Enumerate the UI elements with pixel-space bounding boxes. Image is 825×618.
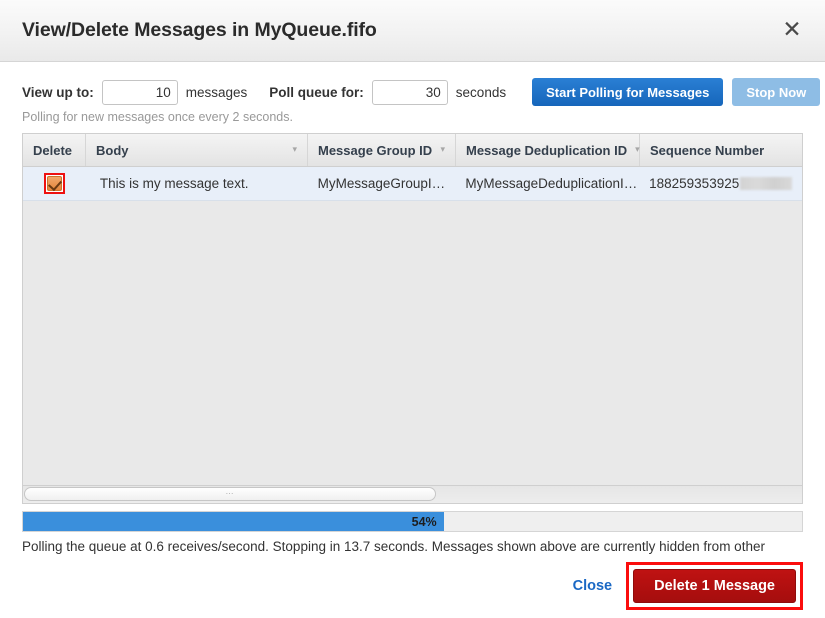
start-polling-button[interactable]: Start Polling for Messages: [532, 78, 724, 106]
delete-checkbox-cell: [23, 167, 86, 200]
stop-now-button[interactable]: Stop Now: [732, 78, 821, 106]
column-header-body[interactable]: Body ▾: [86, 134, 308, 166]
table-row[interactable]: This is my message text. MyMessageGroupI…: [23, 167, 802, 201]
cell-sequence-number: 188259353925: [639, 167, 802, 200]
view-delete-messages-dialog: View/Delete Messages in MyQueue.fifo ✕ V…: [0, 0, 825, 618]
column-header-delete-label: Delete: [33, 142, 73, 158]
redacted-sequence-suffix: [740, 177, 792, 190]
scrollbar-grip-icon: ⋯: [225, 489, 235, 498]
close-icon[interactable]: ✕: [777, 16, 807, 46]
cell-body: This is my message text.: [99, 176, 249, 191]
column-header-delete: Delete: [23, 134, 86, 166]
view-up-to-input[interactable]: [101, 79, 178, 105]
column-header-message-group-id-label: Message Group ID: [318, 142, 433, 158]
sequence-number-value: 188259353925: [649, 176, 740, 191]
column-header-message-group-id[interactable]: Message Group ID ▾: [308, 134, 456, 166]
poll-queue-for-input[interactable]: [371, 79, 448, 105]
chevron-down-icon[interactable]: ▾: [627, 145, 640, 155]
poll-queue-for-label: Poll queue for:: [269, 84, 364, 100]
polling-progress-label: 54%: [411, 514, 437, 529]
delete-checkbox[interactable]: [46, 176, 62, 191]
messages-table: Delete Body ▾ Message Group ID ▾ Message…: [22, 133, 803, 504]
table-body: This is my message text. MyMessageGroupI…: [23, 167, 802, 485]
checkbox-annotation-highlight: [43, 173, 65, 194]
polling-controls: View up to: messages Poll queue for: sec…: [0, 62, 825, 106]
polling-note: Polling for new messages once every 2 se…: [22, 110, 293, 124]
chevron-down-icon[interactable]: ▾: [284, 145, 297, 155]
polling-progress-bar: 54%: [22, 511, 803, 532]
view-up-to-label: View up to:: [22, 84, 94, 100]
column-header-sequence-number-label: Sequence Number: [650, 142, 765, 158]
table-header-row: Delete Body ▾ Message Group ID ▾ Message…: [23, 134, 802, 167]
dialog-titlebar: View/Delete Messages in MyQueue.fifo ✕: [0, 0, 825, 62]
polling-status-text: Polling the queue at 0.6 receives/second…: [22, 539, 765, 554]
cell-message-deduplication-id: MyMessageDeduplicationI…: [465, 176, 638, 191]
column-header-body-label: Body: [96, 142, 129, 158]
view-up-to-unit: messages: [185, 84, 248, 100]
polling-progress-fill: 54%: [23, 512, 444, 531]
close-link[interactable]: Close: [573, 578, 613, 594]
chevron-down-icon[interactable]: ▾: [432, 145, 445, 155]
delete-messages-button[interactable]: Delete 1 Message: [633, 569, 796, 603]
dialog-title: View/Delete Messages in MyQueue.fifo: [22, 19, 377, 41]
poll-queue-for-unit: seconds: [455, 84, 507, 100]
dialog-footer: Close Delete 1 Message: [0, 554, 825, 618]
cell-message-group-id: MyMessageGroupI…: [317, 176, 446, 191]
column-header-sequence-number: Sequence Number: [640, 134, 802, 166]
horizontal-scrollbar-thumb[interactable]: ⋯: [24, 487, 436, 501]
horizontal-scrollbar[interactable]: ⋯: [23, 485, 802, 503]
column-header-message-deduplication-id-label: Message Deduplication ID: [466, 142, 628, 158]
column-header-message-deduplication-id[interactable]: Message Deduplication ID ▾: [456, 134, 640, 166]
delete-button-annotation-highlight: Delete 1 Message: [626, 562, 803, 610]
